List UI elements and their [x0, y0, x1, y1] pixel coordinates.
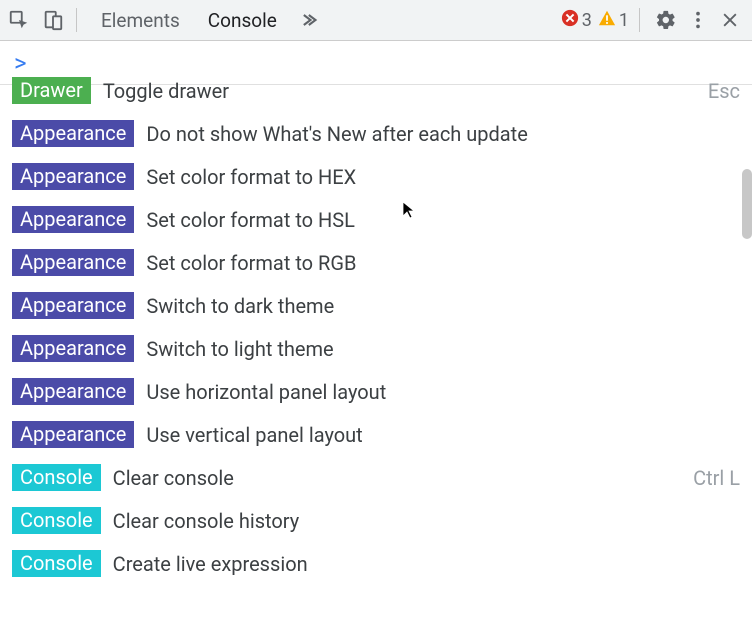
command-label: Do not show What's New after each update: [146, 122, 740, 146]
scrollbar-thumb[interactable]: [742, 169, 752, 239]
category-badge-appearance: Appearance: [12, 335, 134, 362]
command-label: Set color format to RGB: [146, 251, 740, 275]
more-tabs-icon[interactable]: [291, 7, 325, 33]
command-shortcut: Esc: [708, 79, 740, 103]
tab-elements[interactable]: Elements: [87, 0, 194, 41]
category-badge-console: Console: [12, 464, 101, 491]
command-row[interactable]: Appearance Use vertical panel layout: [0, 413, 752, 456]
category-badge-appearance: Appearance: [12, 163, 134, 190]
category-badge-appearance: Appearance: [12, 249, 134, 276]
more-options-icon[interactable]: [682, 4, 714, 36]
command-label: Switch to light theme: [146, 337, 740, 361]
inspect-element-icon[interactable]: [6, 7, 32, 33]
toolbar-tabs: Elements Console: [87, 0, 325, 41]
command-list: Drawer Toggle drawer Esc Appearance Do n…: [0, 69, 752, 585]
command-row[interactable]: Appearance Switch to light theme: [0, 327, 752, 370]
command-row[interactable]: Appearance Do not show What's New after …: [0, 112, 752, 155]
command-label: Clear console: [113, 466, 681, 490]
command-row[interactable]: Console Clear console Ctrl L: [0, 456, 752, 499]
settings-gear-icon[interactable]: [650, 4, 682, 36]
command-label: Set color format to HEX: [146, 165, 740, 189]
command-label: Clear console history: [113, 509, 740, 533]
toolbar-right-group: [650, 4, 746, 36]
command-row[interactable]: Appearance Set color format to HSL: [0, 198, 752, 241]
command-row[interactable]: Console Clear console history: [0, 499, 752, 542]
command-label: Set color format to HSL: [146, 208, 740, 232]
category-badge-drawer: Drawer: [12, 77, 91, 104]
toolbar-divider: [76, 8, 77, 32]
error-count[interactable]: 3: [561, 9, 592, 32]
tab-console[interactable]: Console: [194, 0, 291, 41]
command-row[interactable]: Drawer Toggle drawer Esc: [0, 69, 752, 112]
command-row[interactable]: Console Create live expression: [0, 542, 752, 585]
toolbar-divider: [639, 8, 640, 32]
category-badge-console: Console: [12, 507, 101, 534]
close-icon[interactable]: [714, 4, 746, 36]
devtools-toolbar: Elements Console 3 1: [0, 0, 752, 41]
command-shortcut: Ctrl L: [693, 466, 740, 490]
command-label: Use vertical panel layout: [146, 423, 740, 447]
command-label: Create live expression: [113, 552, 740, 576]
command-row[interactable]: Appearance Set color format to HEX: [0, 155, 752, 198]
command-label: Toggle drawer: [103, 79, 696, 103]
command-label: Use horizontal panel layout: [146, 380, 740, 404]
error-icon: [561, 9, 579, 32]
category-badge-appearance: Appearance: [12, 421, 134, 448]
command-label: Switch to dark theme: [146, 294, 740, 318]
category-badge-console: Console: [12, 550, 101, 577]
category-badge-appearance: Appearance: [12, 120, 134, 147]
command-row[interactable]: Appearance Switch to dark theme: [0, 284, 752, 327]
warning-count-text: 1: [619, 10, 629, 31]
command-row[interactable]: Appearance Set color format to RGB: [0, 241, 752, 284]
toolbar-status[interactable]: 3 1: [561, 9, 629, 32]
error-count-text: 3: [582, 10, 592, 31]
warning-icon: [598, 9, 616, 32]
category-badge-appearance: Appearance: [12, 206, 134, 233]
category-badge-appearance: Appearance: [12, 378, 134, 405]
category-badge-appearance: Appearance: [12, 292, 134, 319]
toolbar-left-group: [6, 7, 66, 33]
command-menu-body: Drawer Toggle drawer Esc Appearance Do n…: [0, 69, 752, 607]
warning-count[interactable]: 1: [598, 9, 629, 32]
device-toggle-icon[interactable]: [40, 7, 66, 33]
command-row[interactable]: Appearance Use horizontal panel layout: [0, 370, 752, 413]
